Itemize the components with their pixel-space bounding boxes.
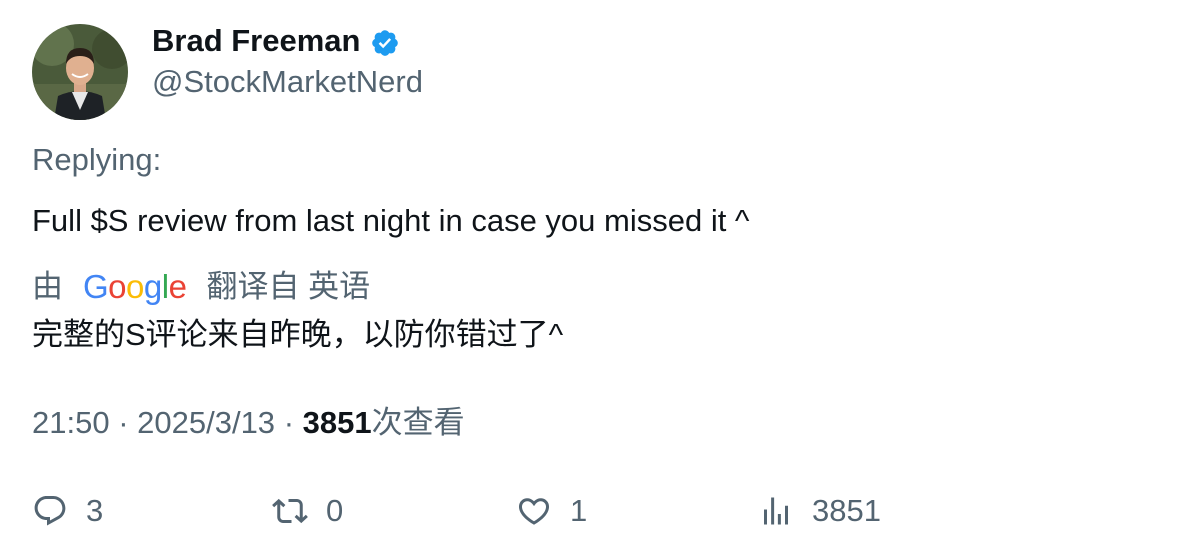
tweet-text: Full $S review from last night in case y… [32, 203, 750, 238]
meta-separator: · [118, 405, 138, 440]
author-name-row: Brad Freeman [152, 22, 400, 60]
like-button[interactable]: 1 [516, 492, 587, 530]
verified-badge-icon[interactable] [370, 28, 400, 58]
avatar[interactable] [32, 24, 128, 120]
translation-attribution: 由 Google 翻译自 英语 [32, 268, 370, 306]
reply-button[interactable]: 3 [32, 492, 103, 530]
google-logo-icon: Google [83, 268, 187, 305]
tweet-time[interactable]: 21:50 [32, 405, 110, 440]
replying-label: Replying: [32, 142, 162, 177]
heart-icon [518, 498, 550, 525]
avatar-image [32, 24, 128, 120]
views-action-count: 3851 [812, 493, 881, 528]
views-label: 次查看 [371, 405, 465, 440]
retweet-count: 0 [326, 493, 344, 528]
tweet-meta: 21:50 · 2025/3/13 · 3851次查看 [32, 404, 465, 442]
translation-suffix: 翻译自 英语 [206, 269, 371, 304]
author-display-name[interactable]: Brad Freeman [152, 22, 360, 60]
reply-count: 3 [86, 493, 104, 528]
analytics-icon [764, 497, 788, 525]
tweet-date[interactable]: 2025/3/13 [137, 405, 275, 440]
views-count: 3851 [302, 405, 372, 440]
meta-separator: · [283, 405, 303, 440]
retweet-icon [272, 498, 308, 524]
reply-icon [34, 496, 66, 526]
translation-prefix: 由 [32, 269, 63, 304]
retweet-button[interactable]: 0 [272, 492, 343, 530]
translated-text: 完整的S评论来自昨晚，以防你错过了^ [32, 317, 564, 352]
tweet-actions: 3 0 1 3851 [0, 492, 1196, 532]
like-count: 1 [570, 493, 588, 528]
views-button[interactable]: 3851 [758, 492, 881, 530]
author-handle[interactable]: @StockMarketNerd [152, 63, 423, 101]
